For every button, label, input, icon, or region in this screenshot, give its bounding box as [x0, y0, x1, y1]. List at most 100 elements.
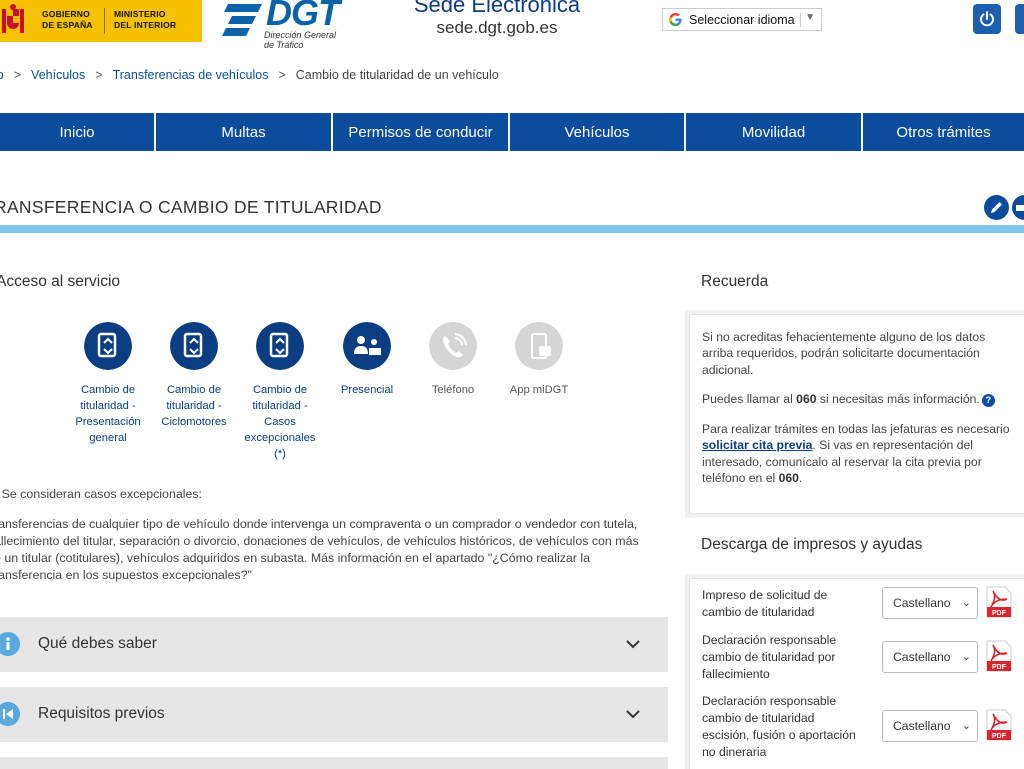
acceso-heading: Acceso al servicio: [0, 273, 121, 290]
text: .: [798, 470, 803, 485]
gov-line-2: DE ESPAÑA: [42, 20, 93, 30]
breadcrumb-separator-icon: >: [95, 68, 103, 82]
note-line: ransferencias de cualquier tipo de vehíc…: [0, 517, 638, 531]
breadcrumb-separator-icon: >: [278, 68, 286, 82]
nav-permisos[interactable]: Permisos de conducir: [333, 113, 510, 151]
help-icon[interactable]: ?: [981, 394, 995, 407]
note-body: ransferencias de cualquier tipo de vehíc…: [0, 516, 659, 584]
note-line: e un titular (cotitulares), vehículos ad…: [0, 551, 591, 565]
language-selector[interactable]: Seleccionar idioma ▼: [662, 8, 822, 31]
breadcrumb-inicio[interactable]: io: [0, 68, 4, 82]
service-label: Cambio de titularidad - Ciclomotores: [161, 384, 227, 428]
breadcrumb-vehiculos[interactable]: Vehículos: [31, 68, 85, 82]
breadcrumb: io > Vehículos > Transferencias de vehículos…: [0, 68, 499, 82]
divider: [104, 8, 105, 34]
cita-previa-link[interactable]: solicitar cita previa: [702, 438, 812, 452]
select-value: Castellano: [893, 650, 951, 664]
google-icon: [668, 12, 682, 27]
breadcrumb-separator-icon: >: [13, 68, 22, 82]
recuerda-paragraph: Puedes llamar al 060 si necesitas más in…: [702, 391, 1018, 407]
select-value: Castellano: [893, 719, 951, 733]
nav-movilidad[interactable]: Movilidad: [686, 113, 863, 151]
form-label: Declaración responsable cambio de titula…: [702, 694, 856, 759]
service-telefono: Teléfono: [413, 322, 493, 398]
select-value: Castellano: [893, 596, 951, 610]
page-title: RANSFERENCIA O CAMBIO DE TITULARIDAD: [0, 197, 382, 217]
service-label: App miDGT: [509, 384, 569, 396]
dgt-subtitle: Dirección General de Tráfico: [264, 30, 336, 50]
accordion-next[interactable]: [0, 757, 668, 769]
sede-url: sede.dgt.gob.es: [436, 18, 558, 37]
chevron-down-icon: [626, 710, 640, 719]
chevron-down-icon: ⌄: [961, 597, 971, 609]
pdf-download-icon[interactable]: PDF: [985, 708, 1013, 742]
service-label: Presencial: [340, 384, 394, 396]
print-button[interactable]: [1012, 195, 1024, 220]
text: si necesitas más información.: [816, 392, 980, 406]
nav-vehiculos[interactable]: Vehículos: [510, 113, 686, 151]
gov-line-1: GOBIERNO: [42, 9, 90, 19]
text: Puedes llamar al: [702, 392, 797, 406]
pdf-download-icon[interactable]: PDF: [985, 639, 1013, 673]
language-select[interactable]: Castellano ⌄: [882, 710, 978, 742]
language-label: Seleccionar idioma: [689, 13, 795, 27]
edit-button[interactable]: [984, 195, 1009, 220]
breadcrumb-transferencias[interactable]: Transferencias de vehículos: [113, 68, 269, 82]
pdf-download-icon[interactable]: PDF: [985, 585, 1013, 619]
dgt-sub-line-2: de Tráfico: [264, 40, 304, 50]
login-button[interactable]: [973, 4, 1001, 34]
gobierno-logo[interactable]: GOBIERNO DE ESPAÑA MINISTERIO DEL INTERI…: [0, 0, 202, 42]
ministry-line-1: MINISTERIO: [114, 9, 166, 19]
nav-multas[interactable]: Multas: [156, 113, 333, 151]
breadcrumb-current: Cambio de titularidad de un vehículo: [295, 68, 499, 82]
pdf-badge: PDF: [992, 664, 1007, 671]
service-label: Cambio de titularidad - Casos excepciona…: [244, 384, 316, 460]
pdf-badge: PDF: [992, 610, 1007, 617]
nav-otros-tramites[interactable]: Otros trámites: [863, 113, 1024, 151]
text: Para realizar trámites en todas las jefa…: [702, 422, 1010, 436]
language-select[interactable]: Castellano ⌄: [882, 641, 978, 673]
chevron-down-icon: [626, 640, 640, 649]
recuerda-paragraph: Si no acreditas fehacientemente alguno d…: [702, 330, 986, 377]
phone-number: 060: [796, 392, 817, 406]
gobierno-text: GOBIERNO DE ESPAÑA: [42, 9, 93, 31]
document-car-icon: [84, 322, 132, 370]
accordion-que-debes-saber[interactable]: Qué debes saber: [0, 617, 668, 672]
service-ciclomotores[interactable]: Cambio de titularidad - Ciclomotores: [154, 322, 234, 430]
document-car-icon: [256, 322, 304, 370]
main-navigation: Inicio Multas Permisos de conducir Vehíc…: [0, 113, 1024, 151]
sede-title[interactable]: Sede Electrónica: [396, 0, 598, 18]
recuerda-paragraph: Para realizar trámites en todas las jefa…: [702, 421, 1018, 486]
language-select[interactable]: Castellano ⌄: [882, 587, 978, 619]
service-casos-excepcionales[interactable]: Cambio de titularidad - Casos excepciona…: [240, 322, 320, 462]
form-label: Declaración responsable cambio de titula…: [702, 633, 837, 681]
note-line: ransferencia en los supuestos excepciona…: [0, 568, 252, 582]
ministerio-text: MINISTERIO DEL INTERIOR: [114, 9, 176, 31]
service-label: Teléfono: [431, 384, 475, 396]
dgt-sub-line-1: Dirección General: [264, 30, 337, 40]
phone-number: 060: [778, 470, 799, 485]
service-presencial[interactable]: Presencial: [327, 322, 407, 398]
form-label: Impreso de solicitud de cambio de titula…: [702, 588, 828, 619]
note-heading: ) Se consideran casos excepcionales:: [0, 487, 203, 501]
accordion-requisitos-previos[interactable]: Requisitos previos: [0, 687, 668, 742]
in-person-icon: [343, 322, 391, 370]
printer-icon: [1016, 205, 1024, 211]
chevron-down-icon: ▼: [805, 12, 815, 23]
pdf-badge: PDF: [992, 733, 1007, 740]
chevron-down-icon: ⌄: [961, 651, 971, 663]
power-icon: [980, 11, 994, 27]
nav-inicio[interactable]: Inicio: [0, 113, 156, 151]
phone-icon: [429, 322, 477, 370]
info-icon: [0, 632, 20, 656]
document-car-icon: [170, 322, 218, 370]
accordion-label: Qué debes saber: [38, 635, 157, 652]
service-presentacion-general[interactable]: Cambio de titularidad - Presentación gen…: [68, 322, 148, 446]
skip-back-icon: [0, 702, 20, 726]
chevron-down-icon: ⌄: [961, 720, 971, 732]
service-label: Cambio de titularidad - Presentación gen…: [75, 384, 141, 444]
service-app-midgt: App miDGT: [499, 322, 579, 398]
menu-button[interactable]: [1015, 4, 1024, 34]
recuerda-heading: Recuerda: [701, 273, 769, 290]
divider: [800, 13, 801, 27]
